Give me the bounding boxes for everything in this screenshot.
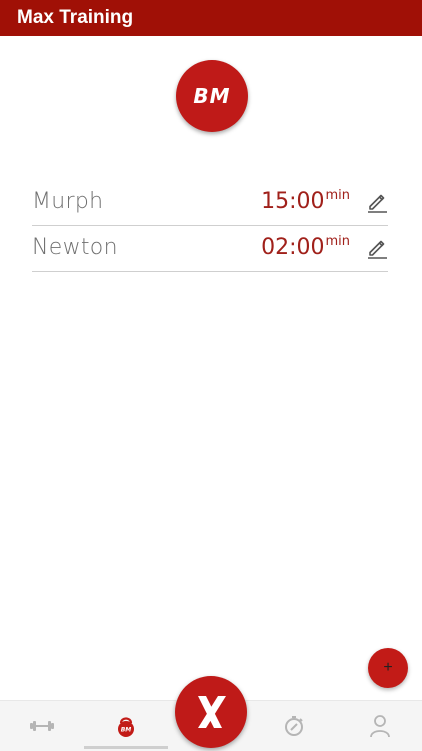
crossfit-x-icon [198,696,226,728]
workout-row[interactable]: Murph 15:00min [32,180,388,226]
workout-list: Murph 15:00min Newton 02:00min [32,180,388,272]
kettlebell-icon: BM [118,717,134,737]
nav-item-dumbbell[interactable] [0,701,84,751]
add-workout-button[interactable]: + [368,648,408,688]
plus-icon: + [383,659,393,676]
app-bar: Max Training [0,0,422,36]
app-title: Max Training [17,7,134,28]
workout-name: Newton [32,235,118,260]
pencil-icon [368,194,387,213]
workout-row[interactable]: Newton 02:00min [32,226,388,272]
nav-item-kettlebell[interactable]: BM [84,701,168,751]
person-icon [370,715,390,738]
svg-text:BM: BM [121,727,132,734]
workout-time-value: 02:00 [261,235,325,260]
workout-time-unit: min [325,234,350,249]
workout-time: 02:00min [261,234,350,260]
dumbbell-icon [30,721,54,731]
workout-time-unit: min [325,188,350,203]
workout-time: 15:00min [261,188,350,214]
crossfit-center-button[interactable] [175,676,247,748]
brand-logo: BM [176,60,248,132]
pencil-icon [368,240,387,259]
stopwatch-icon [285,716,303,736]
nav-item-stopwatch[interactable] [252,701,336,751]
logo-text: BM [193,84,231,108]
nav-item-profile[interactable] [338,701,422,751]
edit-button[interactable] [366,191,388,213]
workout-time-value: 15:00 [261,189,325,214]
edit-button[interactable] [366,237,388,259]
workout-name: Murph [32,189,104,214]
